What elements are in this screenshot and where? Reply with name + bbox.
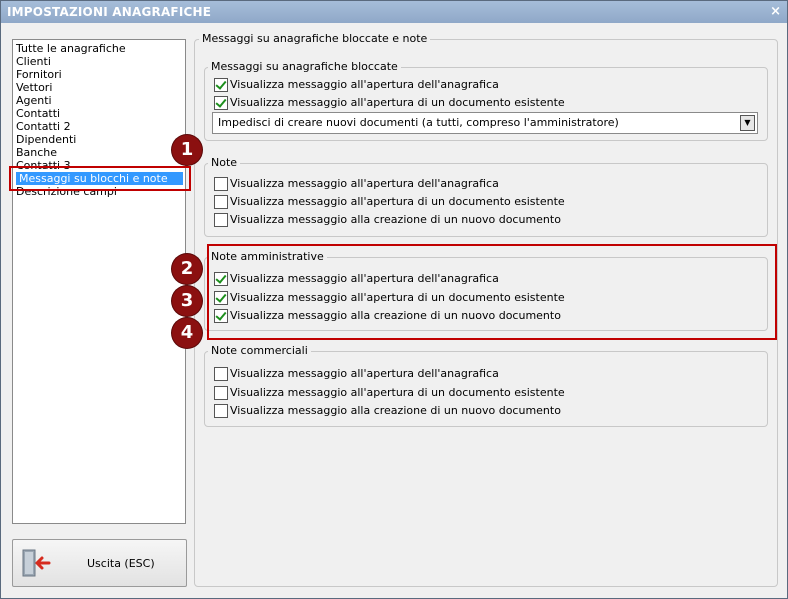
checkbox-label: Visualizza messaggio all'apertura di un … xyxy=(230,386,565,399)
block-mode-value: Impedisci di creare nuovi documenti (a t… xyxy=(218,116,619,129)
window-title: IMPOSTAZIONI ANAGRAFICHE xyxy=(7,5,212,19)
highlight-box-note-amministrative xyxy=(207,244,777,340)
note-commerciali-title: Note commerciali xyxy=(208,344,311,357)
list-item-contatti[interactable]: Contatti xyxy=(13,107,183,120)
checkbox-label: Visualizza messaggio all'apertura dell'a… xyxy=(230,78,499,91)
exit-door-icon xyxy=(19,548,51,581)
chevron-down-icon[interactable]: ▼ xyxy=(740,115,755,131)
exit-button[interactable]: Uscita (ESC) xyxy=(12,539,187,587)
checkbox[interactable] xyxy=(214,195,228,209)
checkbox[interactable] xyxy=(214,213,228,227)
checkbox[interactable] xyxy=(214,404,228,418)
callout-badge-4: 4 xyxy=(172,318,202,348)
block-mode-select[interactable]: Impedisci di creare nuovi documenti (a t… xyxy=(212,112,758,134)
callout-badge-3: 3 xyxy=(172,286,202,316)
main-group-title: Messaggi su anagrafiche bloccate e note xyxy=(199,32,431,45)
checkbox[interactable] xyxy=(214,177,228,191)
checkbox[interactable] xyxy=(214,367,228,381)
checkbox-label: Visualizza messaggio all'apertura di un … xyxy=(230,195,565,208)
category-list[interactable]: Tutte le anagrafiche Clienti Fornitori V… xyxy=(12,39,186,524)
highlight-box-sidebar xyxy=(9,166,191,191)
list-item-banche[interactable]: Banche xyxy=(13,146,183,159)
exit-button-label: Uscita (ESC) xyxy=(87,557,155,570)
checkbox-label: Visualizza messaggio all'apertura di un … xyxy=(230,96,565,109)
close-icon[interactable]: × xyxy=(770,1,781,23)
checkbox-label: Visualizza messaggio alla creazione di u… xyxy=(230,404,561,417)
list-item-agenti[interactable]: Agenti xyxy=(13,94,183,107)
list-item-tutte[interactable]: Tutte le anagrafiche xyxy=(13,42,183,55)
settings-window: IMPOSTAZIONI ANAGRAFICHE × Tutte le anag… xyxy=(0,0,788,599)
checkbox[interactable] xyxy=(214,386,228,400)
list-item-vettori[interactable]: Vettori xyxy=(13,81,183,94)
blocked-group-title: Messaggi su anagrafiche bloccate xyxy=(208,60,401,73)
list-item-clienti[interactable]: Clienti xyxy=(13,55,183,68)
list-item-dipendenti[interactable]: Dipendenti xyxy=(13,133,183,146)
checkbox-label: Visualizza messaggio alla creazione di u… xyxy=(230,213,561,226)
note-group-title: Note xyxy=(208,156,241,169)
checkbox[interactable] xyxy=(214,78,228,92)
title-bar: IMPOSTAZIONI ANAGRAFICHE × xyxy=(1,1,787,23)
callout-badge-2: 2 xyxy=(172,254,202,284)
callout-badge-1: 1 xyxy=(172,135,202,165)
checkbox-label: Visualizza messaggio all'apertura dell'a… xyxy=(230,367,499,380)
checkbox-label: Visualizza messaggio all'apertura dell'a… xyxy=(230,177,499,190)
list-item-contatti-2[interactable]: Contatti 2 xyxy=(13,120,183,133)
checkbox[interactable] xyxy=(214,96,228,110)
list-item-fornitori[interactable]: Fornitori xyxy=(13,68,183,81)
